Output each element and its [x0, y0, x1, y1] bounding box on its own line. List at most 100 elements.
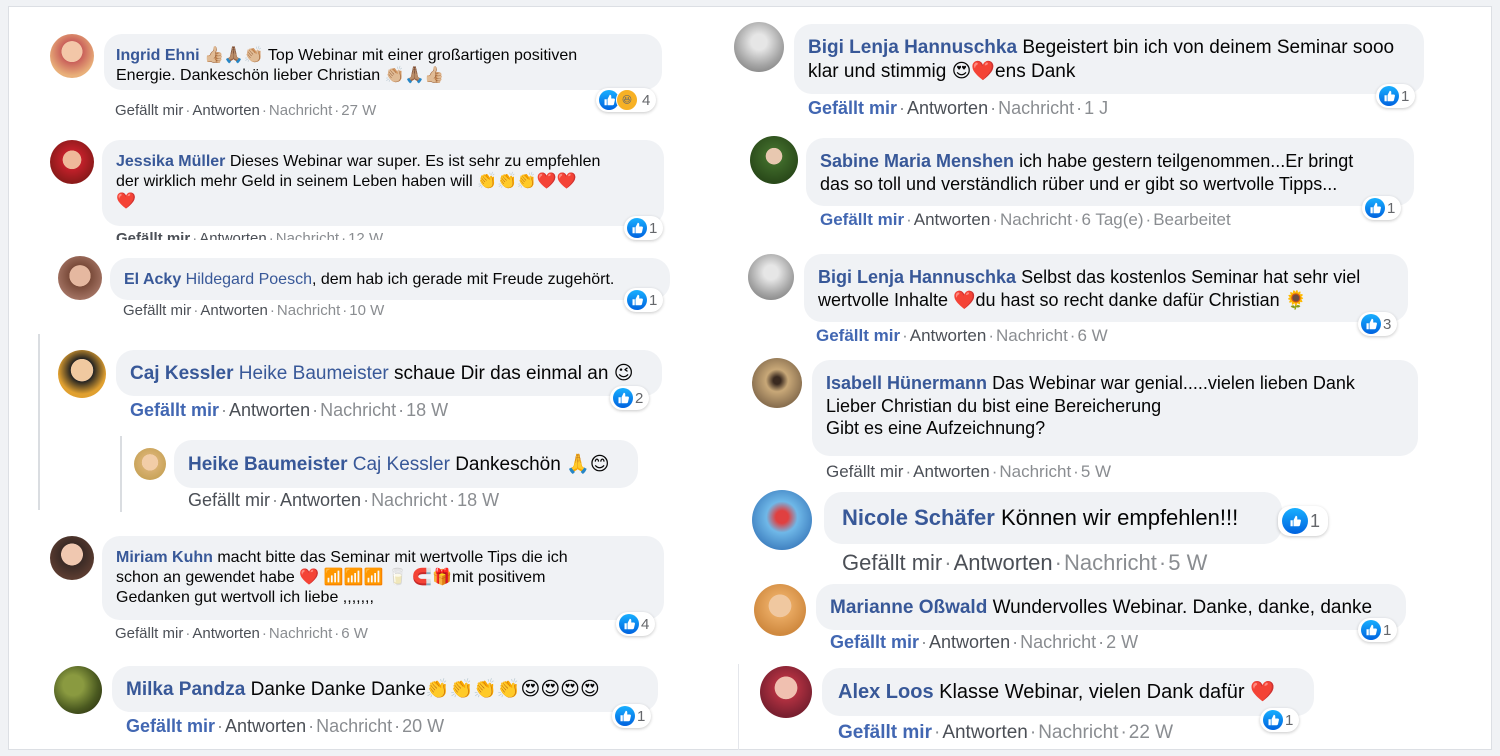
timestamp[interactable]: 6 W [1077, 326, 1107, 345]
message-link[interactable]: Nachricht [996, 326, 1068, 345]
timestamp[interactable]: 12 W [348, 230, 383, 240]
reaction-summary[interactable]: 1 [624, 216, 664, 240]
message-link[interactable]: Nachricht [1038, 722, 1118, 743]
reply-link[interactable]: Antworten [910, 326, 987, 345]
reaction-summary[interactable]: 1 [624, 288, 664, 312]
reaction-summary[interactable]: 1 [1260, 708, 1300, 732]
reply-link[interactable]: Antworten [913, 462, 990, 481]
comment-author[interactable]: El Acky [124, 271, 181, 288]
reaction-summary[interactable]: 1 [1376, 84, 1416, 108]
avatar[interactable] [752, 358, 802, 408]
avatar[interactable] [54, 666, 102, 714]
avatar[interactable] [50, 34, 94, 78]
avatar[interactable] [752, 490, 812, 550]
reply-link[interactable]: Antworten [942, 722, 1028, 743]
like-link[interactable]: Gefällt mir [115, 102, 183, 119]
message-link[interactable]: Nachricht [1064, 550, 1157, 575]
comment-author[interactable]: Marianne Oßwald [830, 597, 987, 618]
comment-author[interactable]: Milka Pandza [126, 679, 245, 700]
like-link[interactable]: Gefällt mir [116, 230, 190, 240]
avatar[interactable] [754, 584, 806, 636]
like-link[interactable]: Gefällt mir [830, 632, 919, 652]
comment-author[interactable]: Alex Loos [838, 681, 934, 703]
timestamp[interactable]: 5 W [1168, 550, 1207, 575]
timestamp[interactable]: 5 W [1081, 462, 1111, 481]
reaction-summary[interactable]: 1 [1358, 618, 1398, 642]
message-link[interactable]: Nachricht [276, 230, 339, 240]
message-link[interactable]: Nachricht [1000, 210, 1072, 229]
message-link[interactable]: Nachricht [999, 462, 1071, 481]
like-link[interactable]: Gefällt mir [826, 462, 903, 481]
comment-author[interactable]: Isabell Hünermann [826, 373, 987, 393]
like-link[interactable]: Gefällt mir [130, 400, 219, 420]
comment-author[interactable]: Bigi Lenja Hannuschka [808, 37, 1017, 58]
reply-link[interactable]: Antworten [929, 632, 1010, 652]
reply-link[interactable]: Antworten [907, 98, 988, 118]
avatar[interactable] [734, 22, 784, 72]
reaction-summary[interactable]: 1 [1278, 506, 1329, 536]
message-link[interactable]: Nachricht [998, 98, 1074, 118]
reply-link[interactable]: Antworten [914, 210, 991, 229]
reaction-summary[interactable]: 1 [1362, 196, 1402, 220]
comment-author[interactable]: Jessika Müller [116, 153, 225, 170]
reply-link[interactable]: Antworten [229, 400, 310, 420]
timestamp[interactable]: 27 W [341, 102, 376, 119]
tagged-user[interactable]: Hildegard Poesch [186, 271, 312, 288]
avatar[interactable] [750, 136, 798, 184]
reply-link[interactable]: Antworten [280, 490, 361, 510]
reply-link[interactable]: Antworten [225, 716, 306, 736]
reaction-summary[interactable]: 4 [616, 612, 656, 636]
comment-author[interactable]: Sabine Maria Menshen [820, 151, 1014, 171]
timestamp[interactable]: 10 W [349, 302, 384, 319]
reaction-summary[interactable]: 3 [1358, 312, 1398, 336]
message-link[interactable]: Nachricht [269, 102, 332, 119]
like-link[interactable]: Gefällt mir [842, 550, 942, 575]
timestamp[interactable]: 1 J [1084, 98, 1108, 118]
avatar[interactable] [58, 350, 106, 398]
reaction-summary[interactable]: 1 [612, 704, 652, 728]
avatar[interactable] [748, 254, 794, 300]
avatar[interactable] [134, 448, 166, 480]
like-link[interactable]: Gefällt mir [188, 490, 270, 510]
avatar[interactable] [58, 256, 102, 300]
timestamp[interactable]: 18 W [457, 490, 499, 510]
comment-author[interactable]: Heike Baumeister [188, 454, 347, 475]
message-link[interactable]: Nachricht [371, 490, 447, 510]
comment-text: Dieses Webinar war super. Es ist sehr zu… [229, 153, 601, 170]
reply-link[interactable]: Antworten [200, 302, 268, 319]
message-link[interactable]: Nachricht [1020, 632, 1096, 652]
like-link[interactable]: Gefällt mir [123, 302, 191, 319]
like-link[interactable]: Gefällt mir [820, 210, 904, 229]
comment-author[interactable]: Bigi Lenja Hannuschka [818, 267, 1016, 287]
reply-link[interactable]: Antworten [192, 102, 260, 119]
like-link[interactable]: Gefällt mir [115, 625, 183, 642]
avatar[interactable] [760, 666, 812, 718]
comment-author[interactable]: Ingrid Ehni [116, 47, 200, 64]
tagged-user[interactable]: Caj Kessler [353, 454, 450, 475]
timestamp[interactable]: 2 W [1106, 632, 1138, 652]
reply-link[interactable]: Antworten [199, 230, 267, 240]
comment-author[interactable]: Caj Kessler [130, 363, 234, 384]
tagged-user[interactable]: Heike Baumeister [239, 363, 389, 384]
message-link[interactable]: Nachricht [277, 302, 340, 319]
timestamp[interactable]: 22 W [1129, 722, 1173, 743]
avatar[interactable] [50, 536, 94, 580]
message-link[interactable]: Nachricht [316, 716, 392, 736]
comment-author[interactable]: Nicole Schäfer [842, 505, 995, 530]
like-link[interactable]: Gefällt mir [838, 722, 932, 743]
timestamp[interactable]: 6 Tag(e) [1081, 210, 1143, 229]
comment-author[interactable]: Miriam Kuhn [116, 549, 213, 566]
timestamp[interactable]: 18 W [406, 400, 448, 420]
reply-link[interactable]: Antworten [954, 550, 1053, 575]
avatar[interactable] [50, 140, 94, 184]
message-link[interactable]: Nachricht [269, 625, 332, 642]
reaction-summary[interactable]: 😆 4 [596, 88, 657, 112]
message-link[interactable]: Nachricht [320, 400, 396, 420]
timestamp[interactable]: 20 W [402, 716, 444, 736]
like-link[interactable]: Gefällt mir [126, 716, 215, 736]
reply-link[interactable]: Antworten [192, 625, 260, 642]
timestamp[interactable]: 6 W [341, 625, 368, 642]
like-link[interactable]: Gefällt mir [808, 98, 897, 118]
reaction-summary[interactable]: 2 [610, 386, 650, 410]
like-link[interactable]: Gefällt mir [816, 326, 900, 345]
